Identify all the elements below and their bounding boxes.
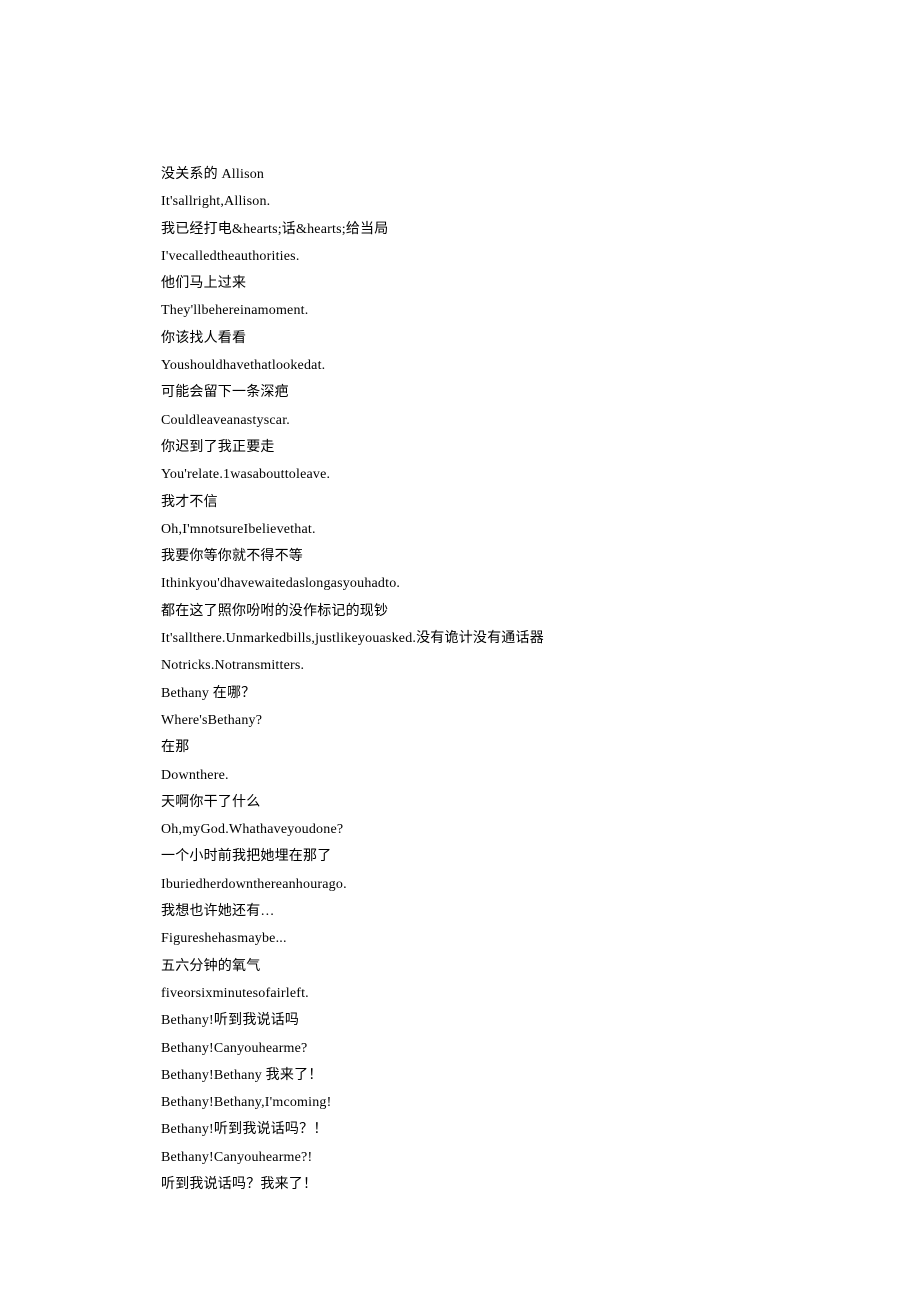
text-line: Bethany!Bethany 我来了！ [161, 1069, 920, 1083]
text-line: Oh,myGod.Whathaveyoudone? [161, 823, 920, 837]
text-line: 我想也许她还有… [161, 905, 920, 919]
text-line: 可能会留下一条深疤 [161, 386, 920, 400]
text-line: 我才不信 [161, 496, 920, 510]
text-line: Bethany 在哪？ [161, 687, 920, 701]
text-line: You'relate.1wasabouttoleave. [161, 468, 920, 482]
text-line: Bethany!Bethany,I'mcoming! [161, 1096, 920, 1110]
text-line: 听到我说话吗？我来了！ [161, 1178, 920, 1192]
text-line: I'vecalledtheauthorities. [161, 250, 920, 264]
text-line: It'sallright,Allison. [161, 195, 920, 209]
text-line: Bethany!听到我说话吗 [161, 1014, 920, 1028]
text-line: 你该找人看看 [161, 332, 920, 346]
text-line: 我已经打电&hearts;话&hearts;给当局 [161, 223, 920, 237]
text-line: 没关系的 Allison [161, 168, 920, 182]
text-line: Oh,I'mnotsureIbelievethat. [161, 523, 920, 537]
text-line: Figureshehasmaybe... [161, 932, 920, 946]
text-line: fiveorsixminutesofairleft. [161, 987, 920, 1001]
text-line: Bethany!Canyouhearme? [161, 1042, 920, 1056]
text-line: 我要你等你就不得不等 [161, 550, 920, 564]
text-line: Notricks.Notransmitters. [161, 659, 920, 673]
text-line: 一个小时前我把她埋在那了 [161, 850, 920, 864]
text-line: 五六分钟的氧气 [161, 960, 920, 974]
text-line: They'llbehereinamoment. [161, 304, 920, 318]
text-line: 他们马上过来 [161, 277, 920, 291]
text-line: Bethany!听到我说话吗？！ [161, 1123, 920, 1137]
text-line: Where'sBethany? [161, 714, 920, 728]
text-line: 你迟到了我正要走 [161, 441, 920, 455]
text-line: Bethany!Canyouhearme?! [161, 1151, 920, 1165]
document-body: 没关系的 Allison It'sallright,Allison. 我已经打电&h… [161, 168, 920, 1192]
text-line: Youshouldhavethatlookedat. [161, 359, 920, 373]
text-line: 天啊你干了什么 [161, 796, 920, 810]
text-line: Couldleaveanastyscar. [161, 414, 920, 428]
text-line: Iburiedherdownthereanhourago. [161, 878, 920, 892]
text-line: 在那 [161, 741, 920, 755]
text-line: Ithinkyou'dhavewaitedaslongasyouhadto. [161, 577, 920, 591]
text-line: It'sallthere.Unmarkedbills,justlikeyouas… [161, 632, 920, 646]
text-line: Downthere. [161, 769, 920, 783]
text-line: 都在这了照你吩咐的没作标记的现钞 [161, 605, 920, 619]
